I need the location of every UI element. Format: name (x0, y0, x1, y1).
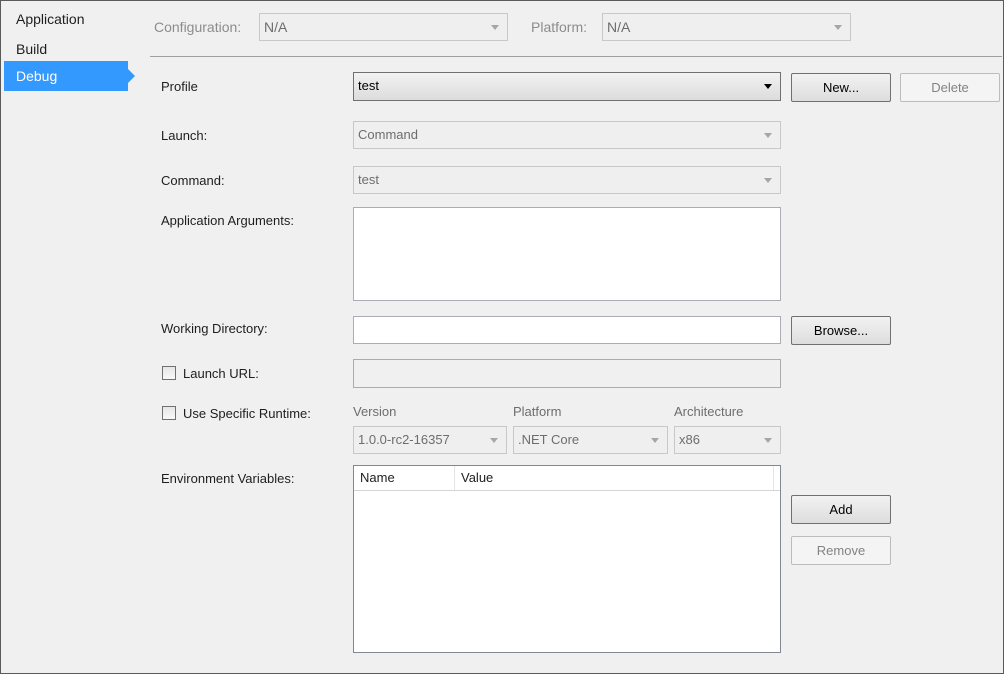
version-dropdown[interactable]: 1.0.0-rc2-16357 (353, 426, 507, 454)
command-label: Command: (161, 173, 225, 188)
configuration-value: N/A (264, 19, 288, 35)
chevron-down-icon (834, 25, 842, 30)
add-env-var-button[interactable]: Add (791, 495, 891, 524)
working-dir-input[interactable] (353, 316, 781, 344)
delete-profile-button[interactable]: Delete (900, 73, 1000, 102)
architecture-label: Architecture (674, 404, 744, 419)
chevron-down-icon (651, 438, 659, 443)
profile-value: test (358, 78, 379, 93)
new-profile-button[interactable]: New... (791, 73, 891, 102)
remove-env-var-button[interactable]: Remove (791, 536, 891, 565)
env-vars-table[interactable]: Name Value (353, 465, 781, 653)
column-header-name[interactable]: Name (354, 466, 455, 490)
chevron-down-icon (764, 133, 772, 138)
app-args-textarea[interactable] (353, 207, 781, 301)
launch-url-checkbox[interactable] (162, 366, 176, 380)
runtime-checkbox[interactable] (162, 406, 176, 420)
platform-dropdown[interactable]: N/A (602, 13, 851, 41)
nav-item-build[interactable]: Build (4, 34, 128, 64)
launch-dropdown[interactable]: Command (353, 121, 781, 149)
platform-value: N/A (607, 19, 631, 35)
table-header: Name Value (354, 466, 780, 491)
platform-label: Platform: (531, 19, 588, 35)
runtime-label: Use Specific Runtime: (183, 406, 311, 421)
launch-label: Launch: (161, 128, 208, 143)
runtime-platform-dropdown[interactable]: .NET Core (513, 426, 668, 454)
chevron-down-icon (764, 438, 772, 443)
profile-label: Profile (161, 79, 198, 94)
column-header-value[interactable]: Value (455, 466, 774, 490)
configuration-dropdown[interactable]: N/A (259, 13, 508, 41)
launch-url-input[interactable] (353, 359, 781, 388)
chevron-down-icon (491, 25, 499, 30)
app-args-label: Application Arguments: (161, 213, 294, 228)
browse-button[interactable]: Browse... (791, 316, 891, 345)
command-dropdown[interactable]: test (353, 166, 781, 194)
profile-dropdown[interactable]: test (353, 72, 781, 101)
configuration-label: Configuration: (154, 19, 242, 35)
env-vars-label: Environment Variables: (161, 471, 295, 486)
nav-item-debug[interactable]: Debug (4, 61, 135, 91)
launch-url-label: Launch URL: (183, 366, 259, 381)
architecture-value: x86 (679, 432, 700, 447)
chevron-down-icon (764, 178, 772, 183)
command-value: test (358, 172, 379, 187)
version-value: 1.0.0-rc2-16357 (358, 432, 450, 447)
nav-item-application[interactable]: Application (4, 4, 128, 34)
launch-value: Command (358, 127, 418, 142)
working-dir-label: Working Directory: (161, 321, 268, 336)
header-divider (150, 56, 1002, 57)
architecture-dropdown[interactable]: x86 (674, 426, 781, 454)
runtime-platform-value: .NET Core (518, 432, 580, 447)
chevron-down-icon (490, 438, 498, 443)
version-label: Version (353, 404, 397, 419)
runtime-platform-label: Platform (513, 404, 562, 419)
chevron-down-icon (764, 84, 772, 89)
